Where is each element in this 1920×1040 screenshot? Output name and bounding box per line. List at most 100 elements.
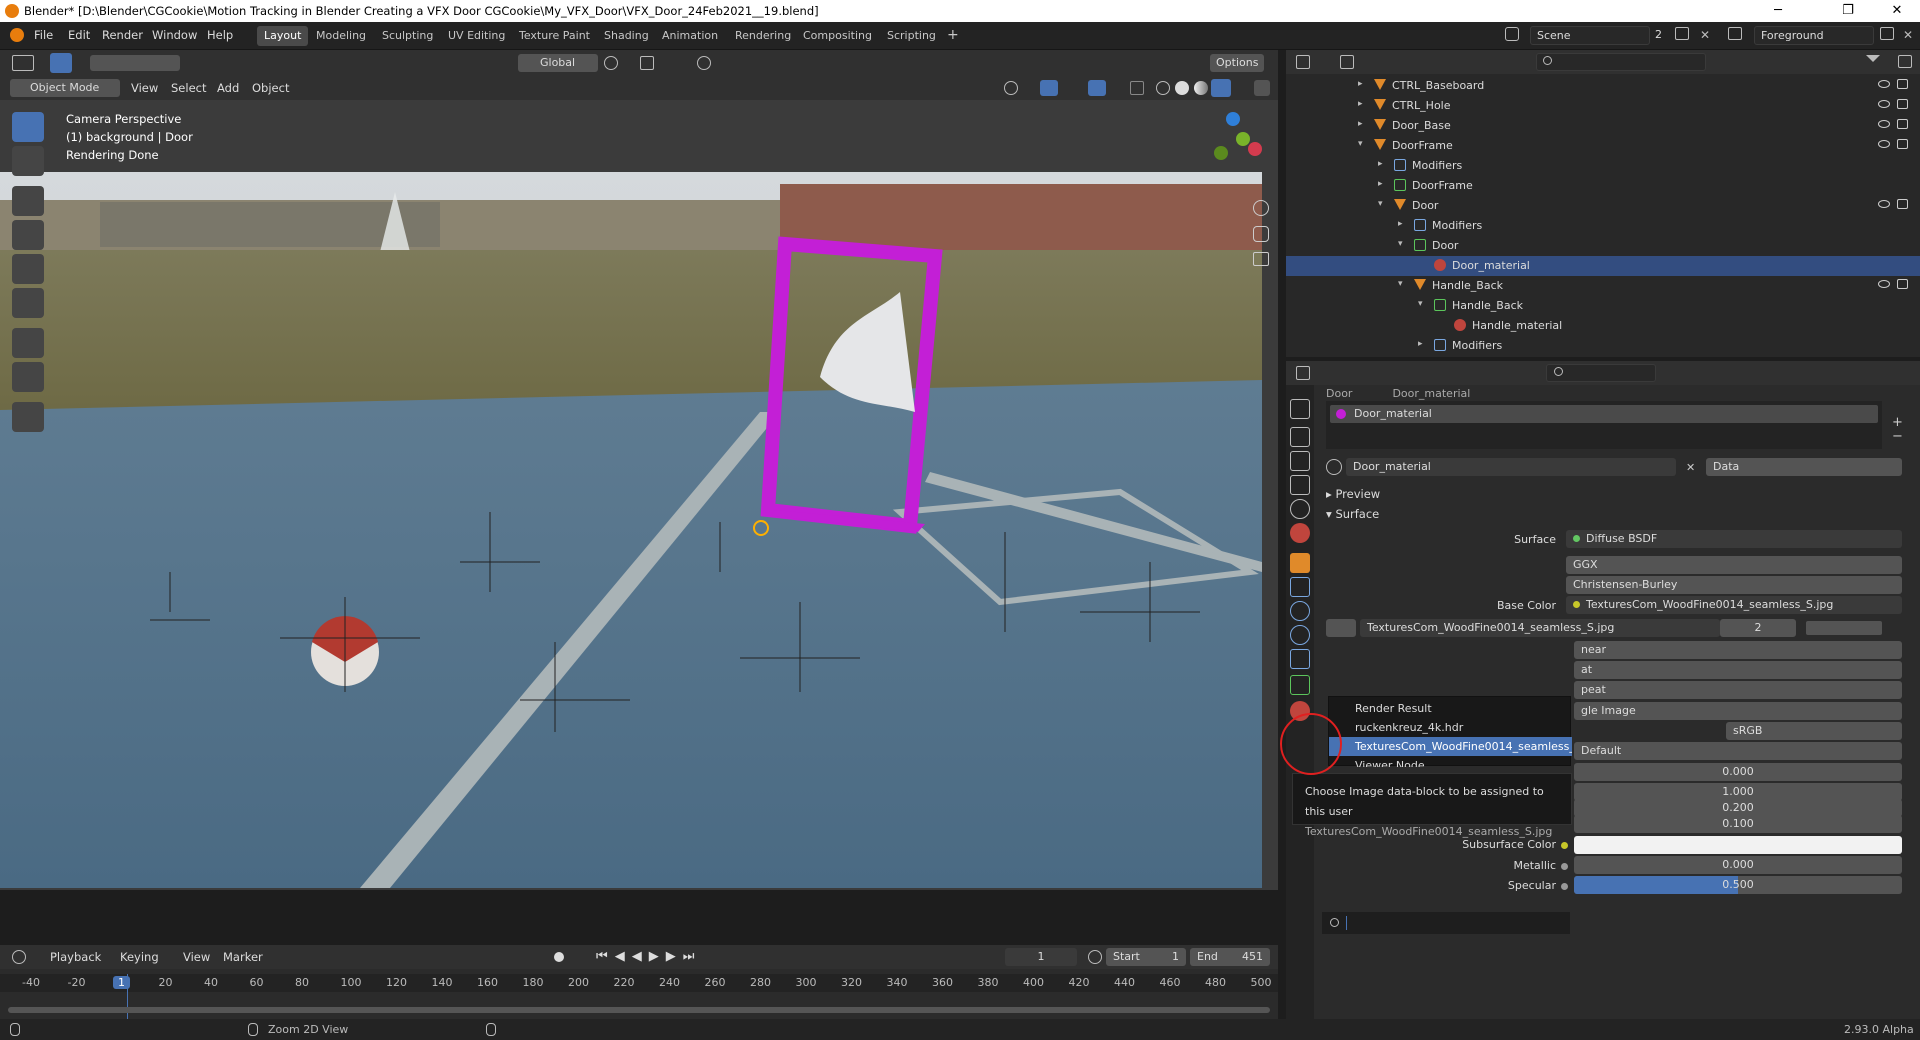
visibility-eye-icon[interactable] [1878,280,1890,288]
editor-type-icon[interactable] [12,55,34,71]
start-frame-field[interactable]: Start 1 [1106,948,1186,966]
menu-keying[interactable]: Keying [120,950,159,964]
expand-arrow-icon[interactable]: ▸ [1378,179,1383,189]
menu-render[interactable]: Render [102,28,143,42]
outliner-row[interactable]: ▸ Modifiers [1286,156,1920,176]
3d-viewport[interactable]: Camera Perspective (1) background | Door… [0,100,1278,890]
collapse-arrow-icon[interactable]: ▾ [1358,139,1363,149]
render-camera-icon[interactable] [1897,139,1908,149]
source-dropdown[interactable]: gle Image [1574,702,1902,720]
image-browse-button[interactable] [1326,619,1356,637]
tab-compositing[interactable]: Compositing [796,26,879,46]
scale-tool-icon[interactable] [12,254,44,284]
xray-icon[interactable] [1130,81,1144,95]
add-workspace-button[interactable]: + [940,24,966,44]
filter-icon[interactable] [1866,55,1880,62]
alpha-dropdown[interactable]: Default [1574,742,1902,760]
modifier-tab-icon[interactable] [1290,577,1310,597]
view-layer-selector[interactable]: Foreground [1754,26,1874,45]
maximize-button[interactable]: ❐ [1825,0,1871,22]
material-slot-row[interactable]: Door_material [1330,405,1878,423]
camera-view[interactable] [0,172,1262,888]
tab-uv-editing[interactable]: UV Editing [441,26,512,46]
menu-edit[interactable]: Edit [68,28,90,42]
menu-help[interactable]: Help [207,28,233,42]
timeline-area[interactable]: -40 -20 1 20 40 60 80 100 120 140 160 180 200 220 240 2… [0,969,1278,1024]
collapse-arrow-icon[interactable]: ▾ [1398,239,1403,249]
specular-socket-icon[interactable] [1561,883,1568,890]
collapse-arrow-icon[interactable]: ▾ [1418,299,1423,309]
object-tab-icon[interactable] [1290,553,1310,573]
popup-item-hdr[interactable]: ruckenkreuz_4k.hdr [1329,718,1572,737]
preview-panel-header[interactable]: ▸ Preview [1326,487,1380,501]
visibility-eye-icon[interactable] [1878,100,1890,108]
color-space-dropdown[interactable]: sRGB [1726,722,1902,740]
transform-tool-icon[interactable] [12,288,44,318]
menu-file[interactable]: File [34,28,53,42]
tab-shading[interactable]: Shading [597,26,656,46]
metallic-socket-icon[interactable] [1561,863,1568,870]
outliner-row[interactable]: ▾ Door [1286,236,1920,256]
new-scene-icon[interactable] [1675,27,1689,40]
expand-arrow-icon[interactable]: ▸ [1358,79,1363,89]
new-view-layer-icon[interactable] [1880,27,1894,40]
tool-tab-icon[interactable] [1290,399,1310,419]
subsurface-method-dropdown[interactable]: Christensen-Burley [1566,576,1902,594]
tab-scripting[interactable]: Scripting [880,26,943,46]
popup-item-render-result[interactable]: Render Result [1329,699,1572,718]
popup-item-viewer-node[interactable]: Viewer Node [1329,756,1572,767]
subsurface-color-swatch[interactable] [1574,836,1902,854]
visibility-eye-icon[interactable] [1878,140,1890,148]
menu-select[interactable]: Select [171,81,206,95]
particles-tab-icon[interactable] [1290,601,1310,621]
outliner-row[interactable]: ▸ DoorFrame [1286,176,1920,196]
rotate-tool-icon[interactable] [12,220,44,250]
menu-marker[interactable]: Marker [223,950,263,964]
select-box-tool-icon[interactable] [50,53,72,73]
tab-layout[interactable]: Layout [257,26,309,46]
output-tab-icon[interactable] [1290,451,1310,471]
playhead[interactable] [127,974,128,1022]
current-frame-field[interactable]: 1 [1005,948,1077,966]
outliner-row[interactable]: ▸ CTRL_Baseboard [1286,76,1920,96]
outliner-row[interactable]: Door_material [1286,256,1920,276]
blender-menu-icon[interactable] [10,28,24,42]
tab-animation[interactable]: Animation [655,26,725,46]
image-action-buttons[interactable] [1806,621,1882,635]
transform-orientation-dropdown[interactable]: Global [518,54,598,72]
data-tab-icon[interactable] [1290,675,1310,695]
visibility-eye-icon[interactable] [1878,80,1890,88]
menu-playback[interactable]: Playback [50,950,101,964]
timeline-editor-icon[interactable] [12,950,26,964]
gizmo-toggle-icon[interactable] [1040,80,1058,96]
expand-arrow-icon[interactable]: ▸ [1418,339,1423,349]
proportional-edit-icon[interactable] [697,56,711,70]
visibility-eye-icon[interactable] [1878,200,1890,208]
base-color-field[interactable]: TexturesCom_WoodFine0014_seamless_S.jpg [1566,596,1902,614]
playback-controls[interactable]: ⏮◀◀▶▶⏭ [596,949,701,964]
solid-shading-icon[interactable] [1175,81,1189,95]
interpolation-dropdown[interactable]: near [1574,641,1902,659]
distribution-dropdown[interactable]: GGX [1566,556,1902,574]
scene-tab-icon[interactable] [1290,499,1310,519]
material-name-field[interactable]: Door_material [1346,458,1676,476]
outliner-row[interactable]: ▸ Modifiers [1286,336,1920,356]
z-axis-icon[interactable] [1226,112,1240,126]
outliner-row[interactable]: ▸ Door_Base [1286,116,1920,136]
material-slot-list[interactable]: Door_material [1326,401,1882,449]
specular-field[interactable]: 0.500 [1574,876,1902,894]
cursor-tool-icon[interactable] [12,146,44,176]
outliner-row[interactable]: ▾ DoorFrame [1286,136,1920,156]
properties-editor-icon[interactable] [1296,366,1310,380]
tab-rendering[interactable]: Rendering [728,26,798,46]
view-layer-icon[interactable] [1728,27,1742,40]
render-camera-icon[interactable] [1897,199,1908,209]
minimize-button[interactable]: ─ [1755,0,1801,22]
options-dropdown[interactable]: Options [1210,54,1265,72]
frame-ruler[interactable]: -40 -20 1 20 40 60 80 100 120 140 160 180 200 220 240 2… [0,974,1278,992]
tab-modeling[interactable]: Modeling [309,26,373,46]
end-frame-field[interactable]: End 451 [1190,948,1270,966]
outliner-search-input[interactable] [1536,53,1706,71]
menu-timeline-view[interactable]: View [183,950,210,964]
navigation-gizmo[interactable] [1196,112,1266,182]
